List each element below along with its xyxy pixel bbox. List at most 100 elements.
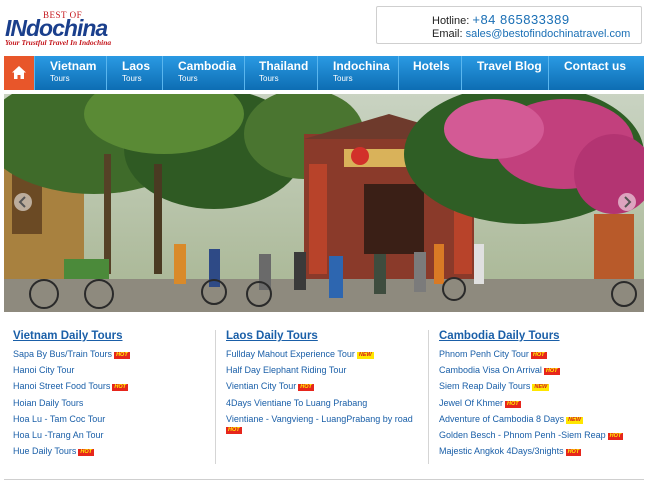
- hot-badge: HOT: [226, 426, 242, 434]
- nav-item-thailand-tours[interactable]: Thailand Tours: [244, 56, 317, 90]
- nav-item-cambodia-tours[interactable]: Cambodia Tours: [162, 56, 244, 90]
- nav-item-sub: Tours: [333, 74, 353, 83]
- laos-tours-column: Laos Daily Tours Fullday Mahout Experien…: [226, 330, 413, 434]
- footer-divider: [4, 479, 644, 480]
- slider-next-button[interactable]: [618, 193, 636, 211]
- tour-link[interactable]: Hanoi City Tour: [13, 365, 130, 381]
- tour-label: Hanoi Street Food Tours: [13, 381, 111, 392]
- hot-badge: HOT: [298, 384, 314, 392]
- tour-link[interactable]: Half Day Elephant Riding Tour: [226, 365, 413, 381]
- tour-link[interactable]: Hoian Daily Tours: [13, 398, 130, 414]
- tour-label: Fullday Mahout Experience Tour: [226, 349, 355, 359]
- chevron-left-icon: [18, 196, 26, 208]
- email-link[interactable]: sales@bestofindochinatravel.com: [466, 28, 631, 40]
- hot-badge: HOT: [565, 449, 582, 457]
- nav-item-sub: Tours: [50, 74, 70, 83]
- tour-link[interactable]: Vientian City Tour HOT: [226, 381, 413, 397]
- tour-label: Phnom Penh City Tour: [439, 349, 529, 359]
- email-row: Email: sales@bestofindochinatravel.com: [432, 28, 630, 40]
- tour-link[interactable]: Fullday Mahout Experience Tour NEW: [226, 349, 413, 365]
- tour-list: Phnom Penh City Tour HOT Cambodia Visa On…: [439, 349, 624, 462]
- nav-item-label: Thailand: [259, 59, 309, 73]
- cambodia-tours-column: Cambodia Daily Tours Phnom Penh City Tou…: [439, 330, 624, 462]
- nav-item-indochina-tours[interactable]: Indochina Tours: [317, 56, 398, 90]
- hero-photo: [4, 94, 644, 312]
- tour-link[interactable]: Vientiane - Vangvieng - LuangPrabang by …: [226, 414, 413, 434]
- new-badge: NEW: [532, 384, 550, 392]
- tour-list: Fullday Mahout Experience Tour NEW Half D…: [226, 349, 413, 434]
- tour-link[interactable]: Adventure of Cambodia 8 Days NEW: [439, 414, 623, 430]
- tour-label: Hoa Lu - Tam Coc Tour: [13, 413, 106, 424]
- tour-link[interactable]: Hoa Lu - Tam Coc Tour: [13, 414, 130, 430]
- tour-label: Hanoi City Tour: [13, 365, 75, 376]
- column-divider: [215, 330, 216, 464]
- email-label: Email:: [432, 28, 463, 40]
- tour-link[interactable]: Hanoi Street Food Tours HOT: [13, 381, 130, 397]
- nav-item-laos-tours[interactable]: Laos Tours: [106, 56, 162, 90]
- home-icon: [12, 66, 26, 79]
- hot-badge: HOT: [530, 352, 547, 359]
- tour-label: Cambodia Visa On Arrival: [439, 365, 542, 376]
- hotline-number[interactable]: +84 865833389: [472, 12, 569, 27]
- nav-item-label: Travel Blog: [477, 59, 542, 73]
- hot-badge: HOT: [114, 352, 130, 359]
- tour-label: Hoian Daily Tours: [13, 397, 84, 408]
- hotline-row: Hotline: +84 865833389: [432, 12, 570, 27]
- hot-badge: HOT: [505, 400, 521, 408]
- nav-item-sub: Tours: [259, 74, 279, 83]
- column-heading[interactable]: Vietnam Daily Tours: [13, 330, 130, 346]
- nav-item-label: Laos: [122, 59, 151, 73]
- tour-link[interactable]: Siem Reap Daily Tours NEW: [439, 381, 623, 397]
- hotline-label: Hotline:: [432, 15, 470, 27]
- site-header: BEST OF INdochina Your Trustful Travel I…: [0, 0, 650, 54]
- nav-home-button[interactable]: [4, 56, 34, 90]
- column-heading[interactable]: Cambodia Daily Tours: [439, 330, 623, 346]
- site-logo[interactable]: BEST OF INdochina Your Trustful Travel I…: [5, 8, 130, 48]
- hot-badge: HOT: [112, 384, 129, 392]
- chevron-right-icon: [624, 196, 632, 208]
- tour-link[interactable]: Majestic Angkok 4Days/3nights HOT: [439, 446, 623, 462]
- tour-link[interactable]: 4Days Vientiane To Luang Prabang: [226, 398, 413, 414]
- column-divider: [428, 330, 429, 464]
- nav-item-vietnam-tours[interactable]: Vietnam Tours: [34, 56, 106, 90]
- slider-prev-button[interactable]: [14, 193, 32, 211]
- contact-box: Hotline: +84 865833389 Email: sales@best…: [376, 6, 642, 44]
- hot-badge: HOT: [78, 449, 94, 457]
- tour-label: Hoa Lu -Trang An Tour: [13, 429, 104, 440]
- tour-link[interactable]: Phnom Penh City Tour HOT: [439, 349, 623, 365]
- nav-item-hotels[interactable]: Hotels: [398, 56, 461, 90]
- tour-link[interactable]: Cambodia Visa On Arrival HOT: [439, 365, 623, 381]
- nav-item-label: Hotels: [413, 59, 450, 73]
- vietnam-tours-column: Vietnam Daily Tours Sapa By Bus/Train To…: [13, 330, 130, 462]
- tour-label: Vientiane - Vangvieng - LuangPrabang by …: [226, 413, 413, 424]
- tour-label: Siem Reap Daily Tours: [439, 381, 531, 392]
- tour-label: 4Days Vientiane To Luang Prabang: [226, 397, 368, 408]
- tour-label: Sapa By Bus/Train Tours: [13, 349, 113, 359]
- tour-link[interactable]: Golden Besch - Phnom Penh -Siem Reap HOT: [439, 429, 624, 446]
- nav-item-sub: Tours: [178, 74, 198, 83]
- tour-link[interactable]: Jewel Of Khmer HOT: [439, 398, 623, 414]
- tour-label: Jewel Of Khmer: [439, 397, 504, 408]
- nav-item-label: Cambodia: [178, 59, 237, 73]
- tour-label: Half Day Elephant Riding Tour: [226, 365, 347, 376]
- nav-item-label: Indochina: [333, 59, 390, 73]
- logo-tagline: Your Trustful Travel In Indochina: [5, 38, 112, 47]
- hot-badge: HOT: [607, 432, 624, 440]
- nav-item-label: Vietnam: [50, 59, 97, 73]
- tour-label: Vientian City Tour: [226, 381, 297, 392]
- nav-item-label: Contact us: [564, 59, 627, 73]
- tour-link[interactable]: Hue Daily Tours HOT: [13, 446, 130, 462]
- nav-item-travel-blog[interactable]: Travel Blog: [461, 56, 548, 90]
- tour-label: Majestic Angkok 4Days/3nights: [439, 446, 564, 457]
- main-nav: Vietnam Tours Laos Tours Cambodia Tours …: [4, 56, 644, 90]
- hot-badge: HOT: [543, 368, 560, 376]
- tour-list: Sapa By Bus/Train Tours HOT Hanoi City To…: [13, 349, 130, 462]
- new-badge: NEW: [566, 416, 583, 424]
- nav-item-contact-us[interactable]: Contact us: [548, 56, 644, 90]
- tour-link[interactable]: Sapa By Bus/Train Tours HOT: [13, 349, 130, 365]
- hero-slideshow[interactable]: [4, 94, 644, 312]
- tour-label: Golden Besch - Phnom Penh -Siem Reap: [439, 429, 606, 440]
- tour-link[interactable]: Hoa Lu -Trang An Tour: [13, 430, 130, 446]
- new-badge: NEW: [356, 352, 374, 359]
- column-heading[interactable]: Laos Daily Tours: [226, 330, 413, 346]
